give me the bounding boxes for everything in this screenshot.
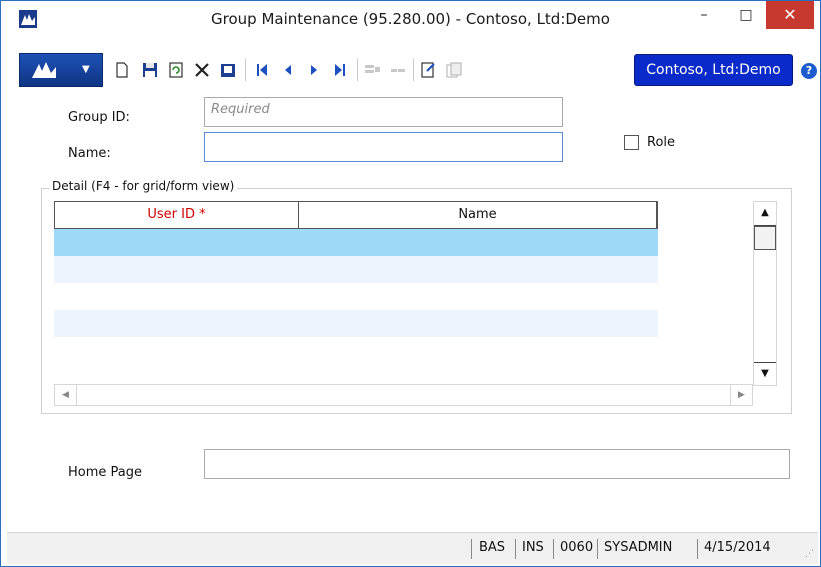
scroll-right-icon[interactable]: ▶ <box>730 385 752 405</box>
table-row[interactable] <box>54 256 658 283</box>
title-bar: Group Maintenance (95.280.00) - Contoso,… <box>1 1 820 37</box>
last-record-icon[interactable] <box>331 61 349 79</box>
role-checkbox[interactable] <box>624 135 639 150</box>
group-id-placeholder: Required <box>211 102 270 117</box>
help-icon[interactable]: ? <box>801 63 817 79</box>
table-row[interactable] <box>54 310 658 337</box>
minimize-button[interactable]: – <box>681 1 727 29</box>
scroll-down-icon[interactable]: ▼ <box>754 362 776 386</box>
role-label: Role <box>647 135 676 150</box>
toolbar-separator <box>413 59 414 81</box>
detail-grid[interactable]: User ID * Name <box>54 201 658 384</box>
column-header-user-id[interactable]: User ID * <box>55 202 299 228</box>
first-record-icon[interactable] <box>253 61 271 79</box>
table-row[interactable] <box>54 283 658 310</box>
copy-icon[interactable] <box>445 61 463 79</box>
toolbar-separator <box>245 59 246 81</box>
group-id-label: Group ID: <box>68 110 130 125</box>
company-button[interactable]: Contoso, Ltd:Demo <box>634 54 793 86</box>
next-record-icon[interactable] <box>305 61 323 79</box>
home-page-input[interactable] <box>204 449 790 479</box>
grid-vertical-scrollbar[interactable]: ▲ ▼ <box>753 201 777 386</box>
grid-empty-area <box>658 201 752 384</box>
group-id-input[interactable]: Required <box>204 97 563 127</box>
home-page-label: Home Page <box>68 465 142 480</box>
app-menu-button[interactable]: ▼ <box>19 53 103 87</box>
status-separator <box>471 539 472 559</box>
status-separator <box>597 539 598 559</box>
name-input[interactable] <box>204 132 563 162</box>
new-icon[interactable] <box>113 61 131 79</box>
grid-header: User ID * Name <box>54 201 658 229</box>
delete-row-icon[interactable] <box>389 61 407 79</box>
toolbar-separator <box>357 59 358 81</box>
previous-record-icon[interactable] <box>279 61 297 79</box>
table-row[interactable] <box>54 337 658 364</box>
status-separator <box>553 539 554 559</box>
notes-icon[interactable] <box>419 61 437 79</box>
scroll-up-icon[interactable]: ▲ <box>754 202 776 226</box>
grid-horizontal-scrollbar[interactable]: ◀ ▶ <box>54 384 753 406</box>
detail-legend: Detail (F4 - for grid/form view) <box>49 179 238 193</box>
column-header-name[interactable]: Name <box>299 202 657 228</box>
print-icon[interactable] <box>219 61 237 79</box>
refresh-icon[interactable] <box>167 61 185 79</box>
table-row[interactable] <box>54 229 658 256</box>
maximize-button[interactable]: □ <box>723 1 769 29</box>
chevron-down-icon: ▼ <box>82 64 90 75</box>
status-separator <box>697 539 698 559</box>
name-label: Name: <box>68 146 111 161</box>
insert-row-icon[interactable] <box>363 61 381 79</box>
status-separator <box>515 539 516 559</box>
save-icon[interactable] <box>141 61 159 79</box>
status-bar: BAS INS 0060 SYSADMIN 4/15/2014 ⋰ <box>7 532 818 564</box>
scroll-left-icon[interactable]: ◀ <box>55 385 77 405</box>
status-user: SYSADMIN <box>604 540 673 555</box>
resize-grip-icon[interactable]: ⋰ <box>805 549 814 559</box>
delete-icon[interactable] <box>193 61 211 79</box>
status-mode: BAS <box>479 540 506 555</box>
status-date: 4/15/2014 <box>704 540 771 555</box>
status-cpny: 0060 <box>560 540 594 555</box>
logo-icon <box>32 62 56 78</box>
status-insert: INS <box>522 540 544 555</box>
scroll-thumb[interactable] <box>754 226 776 250</box>
toolbar: ▼ Contoso, Ltd:Demo ? <box>7 37 818 89</box>
close-button[interactable]: ✕ <box>766 1 814 29</box>
group-maintenance-window: Group Maintenance (95.280.00) - Contoso,… <box>0 0 821 567</box>
